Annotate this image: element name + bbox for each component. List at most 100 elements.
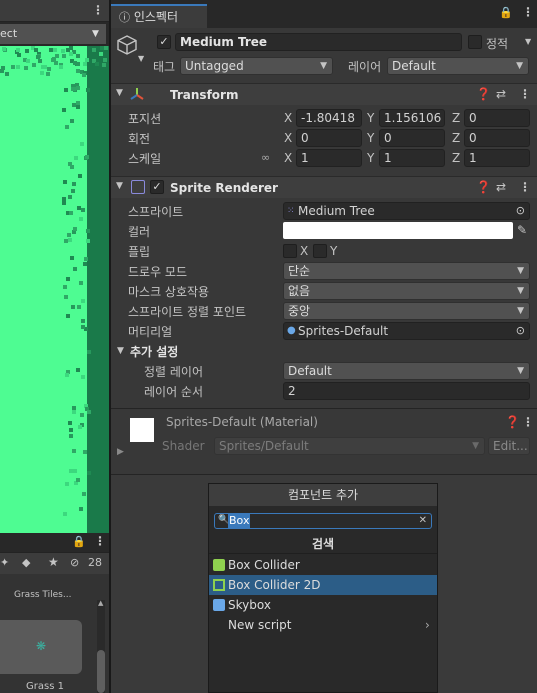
icon-dropdown-arrow[interactable]: ▼ — [138, 54, 144, 63]
color-swatch[interactable] — [283, 222, 513, 239]
more-menu-icon[interactable]: ⋮ — [519, 180, 531, 194]
scene-pixel — [66, 277, 70, 281]
pos-z-field[interactable]: 0 — [464, 109, 530, 127]
add-component-button[interactable]: 컴포넌트 추가 — [209, 484, 437, 506]
scene-pixel — [73, 227, 77, 231]
sort-point-dropdown[interactable]: 중앙 ▼ — [283, 302, 530, 320]
scene-toolbar: ⋮ — [0, 0, 109, 22]
clear-search-icon[interactable]: ✕ — [419, 514, 427, 528]
object-name-field[interactable]: Medium Tree — [175, 33, 462, 51]
pos-y-field[interactable]: 1.156106 — [379, 109, 445, 127]
asset-grass-1[interactable]: ❋ — [0, 620, 82, 674]
sorting-layer-label: 정렬 레이어 — [144, 365, 204, 379]
flip-x-checkbox[interactable] — [283, 244, 297, 258]
scene-pixel — [16, 65, 20, 69]
draw-mode-dropdown[interactable]: 단순 ▼ — [283, 262, 530, 280]
sprite-renderer-header[interactable]: ▼ ✓ Sprite Renderer ❓ ⇄ ⋮ — [111, 176, 537, 198]
scene-pixel — [62, 197, 66, 201]
project-scrollbar-thumb[interactable] — [97, 650, 105, 693]
scene-pixel — [85, 155, 89, 159]
foldout-arrow-icon[interactable]: ▼ — [117, 346, 124, 356]
label-icon[interactable]: ◆ — [22, 556, 30, 569]
scene-view[interactable] — [0, 46, 109, 533]
scale-y-field[interactable]: 1 — [379, 149, 445, 167]
more-menu-icon[interactable]: ⋮ — [522, 5, 534, 19]
transform-title: Transform — [170, 88, 239, 102]
item-label: Box Collider — [228, 558, 300, 572]
order-in-layer-field[interactable]: 2 — [283, 382, 530, 400]
object-picker-icon[interactable]: ⊙ — [516, 203, 525, 219]
help-icon[interactable]: ❓ — [476, 180, 491, 194]
layer-dropdown[interactable]: Default ▼ — [387, 57, 529, 75]
scene-pixel — [26, 59, 30, 63]
component-item-box-collider[interactable]: Box Collider — [209, 555, 437, 575]
scene-pixel — [84, 257, 88, 261]
mask-dropdown[interactable]: 없음 ▼ — [283, 282, 530, 300]
transform-icon — [129, 86, 145, 102]
more-menu-icon[interactable]: ⋮ — [94, 534, 106, 548]
chevron-up-icon[interactable]: ▲ — [98, 599, 103, 607]
material-field[interactable]: ● Sprites-Default ⊙ — [283, 322, 530, 340]
static-checkbox[interactable] — [468, 35, 482, 49]
rot-z-field[interactable]: 0 — [464, 129, 530, 147]
sprite-renderer-enabled-checkbox[interactable]: ✓ — [150, 180, 164, 194]
sorting-layer-value: Default — [288, 364, 332, 378]
presets-icon[interactable]: ⇄ — [496, 180, 506, 194]
tag-dropdown[interactable]: Untagged ▼ — [180, 57, 333, 75]
transform-header[interactable]: ▼ Transform ❓ ⇄ ⋮ — [111, 83, 537, 105]
shader-edit-button[interactable]: Edit... — [488, 437, 530, 455]
lock-icon[interactable]: 🔒 — [72, 535, 86, 548]
scale-x-field[interactable]: 1 — [296, 149, 362, 167]
scene-pixel — [73, 469, 77, 473]
more-menu-icon[interactable]: ⋮ — [92, 3, 104, 17]
scene-pixel — [79, 217, 83, 221]
shader-label: Shader — [162, 439, 205, 453]
additional-settings-label[interactable]: 추가 설정 — [130, 343, 178, 360]
sprite-field[interactable]: ⁙ Medium Tree ⊙ — [283, 202, 530, 220]
foldout-arrow-icon[interactable]: ▶ — [117, 447, 124, 457]
chevron-down-icon: ▼ — [517, 266, 524, 276]
rot-x-field[interactable]: 0 — [296, 129, 362, 147]
more-menu-icon[interactable]: ⋮ — [519, 87, 531, 101]
flip-y-checkbox[interactable] — [313, 244, 327, 258]
scale-label: 스케일 — [128, 152, 162, 166]
more-menu-icon[interactable]: ⋮ — [522, 415, 534, 429]
eyedropper-icon[interactable]: ✎ — [517, 223, 527, 237]
scene-pixel — [71, 189, 75, 193]
component-search-input[interactable]: 🔍 Box ✕ — [214, 513, 432, 529]
scene-pixel — [63, 512, 67, 516]
component-item-new-script[interactable]: New script › — [209, 615, 437, 635]
static-dropdown-arrow[interactable]: ▼ — [525, 37, 531, 46]
pos-x-label: X — [284, 111, 293, 125]
presets-icon[interactable]: ⇄ — [496, 87, 506, 101]
tag-icon[interactable]: ✦ — [0, 556, 9, 569]
scale-z-field[interactable]: 1 — [464, 149, 530, 167]
pos-x-field[interactable]: -1.80418 — [296, 109, 362, 127]
inspector-tabbar: ⓘ 인스펙터 🔒 ⋮ — [111, 0, 537, 28]
sorting-layer-dropdown[interactable]: Default ▼ — [283, 362, 530, 380]
component-item-box-collider-2d[interactable]: Box Collider 2D — [209, 575, 437, 595]
active-checkbox[interactable]: ✓ — [157, 35, 171, 49]
foldout-arrow-icon[interactable]: ▼ — [116, 181, 123, 191]
help-icon[interactable]: ❓ — [476, 87, 491, 101]
material-value: Sprites-Default — [298, 324, 389, 338]
link-icon[interactable]: ∞ — [261, 151, 270, 164]
hidden-count-icon[interactable]: ⊘ — [70, 556, 79, 569]
foldout-arrow-icon[interactable]: ▼ — [116, 88, 123, 98]
sprite-renderer-icon — [131, 180, 145, 194]
lock-icon[interactable]: 🔒 — [499, 6, 513, 19]
star-icon[interactable]: ★ — [48, 555, 59, 569]
scene-select[interactable]: ect ▼ — [0, 24, 106, 44]
chevron-down-icon: ▼ — [472, 441, 479, 451]
tab-inspector[interactable]: ⓘ 인스펙터 — [111, 4, 207, 28]
asset-top-label: Grass Tiles... — [14, 590, 72, 600]
rot-y-field[interactable]: 0 — [379, 129, 445, 147]
scene-pixel — [82, 492, 86, 496]
component-item-skybox[interactable]: Skybox — [209, 595, 437, 615]
scene-pixel — [53, 48, 57, 52]
object-picker-icon[interactable]: ⊙ — [516, 323, 525, 339]
scene-pixel — [66, 314, 70, 318]
help-icon[interactable]: ❓ — [505, 415, 520, 429]
grass-sprite-icon: ❋ — [36, 639, 47, 653]
scene-pixel — [83, 450, 87, 454]
